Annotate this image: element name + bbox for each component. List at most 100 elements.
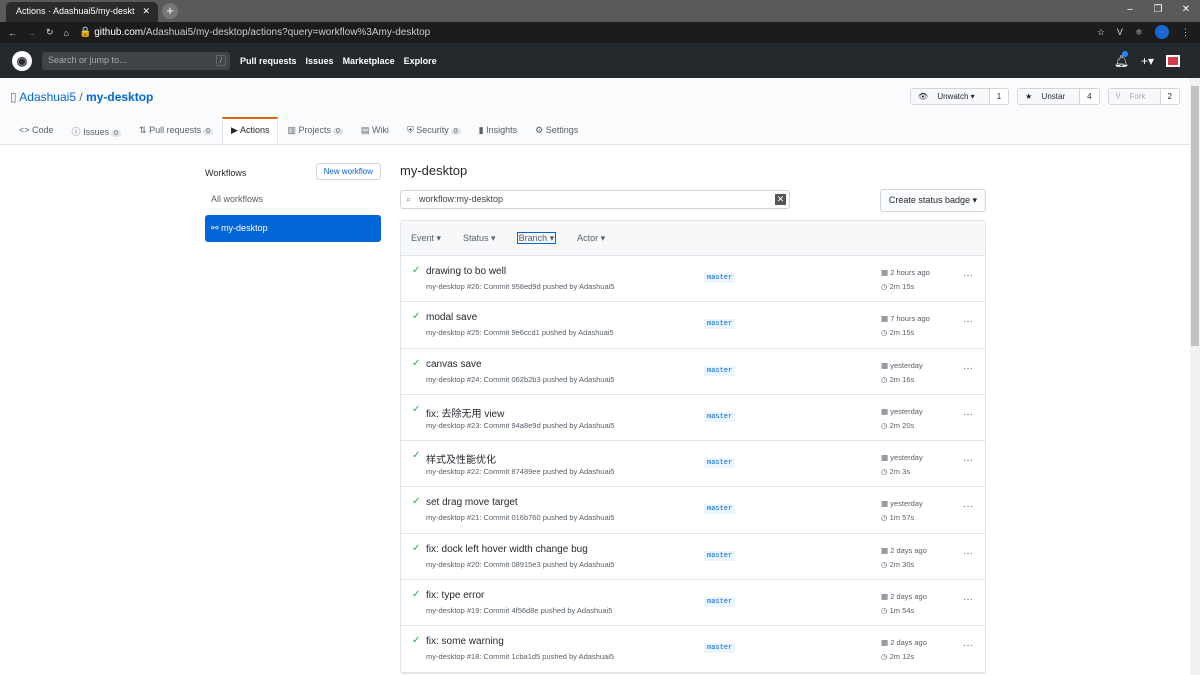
actor-filter[interactable]: Actor ▾ [577, 233, 605, 243]
tab-wiki[interactable]: ▤ Wiki [352, 117, 398, 145]
nav-marketplace[interactable]: Marketplace [343, 56, 395, 66]
run-title[interactable]: modal save [426, 312, 477, 323]
event-filter[interactable]: Event ▾ [411, 233, 441, 243]
extension-react-icon[interactable]: ⚛ [1135, 27, 1143, 38]
user-avatar[interactable] [1166, 55, 1180, 67]
menu-icon[interactable]: ⋮ [1181, 27, 1190, 38]
tab-actions[interactable]: ▶ Actions [222, 117, 279, 145]
clock-icon: ◷ [881, 328, 888, 338]
run-title[interactable]: drawing to bo well [426, 266, 506, 277]
branch-label[interactable]: master [704, 411, 736, 422]
forward-icon[interactable]: → [27, 28, 36, 38]
search-input[interactable]: Search or jump to... / [42, 51, 230, 70]
new-workflow-button[interactable]: New workflow [315, 163, 381, 180]
close-tab-icon[interactable]: ✕ [142, 6, 150, 17]
clear-filter-icon[interactable]: ✕ [775, 194, 786, 205]
repo-icon: ▯ [10, 90, 17, 104]
branch-label[interactable]: master [704, 643, 736, 654]
run-title[interactable]: fix: dock left hover width change bug [426, 544, 588, 555]
branch-label[interactable]: master [704, 273, 736, 283]
repo-owner-link[interactable]: Adashuai5 [19, 90, 76, 104]
more-options-icon[interactable]: ··· [963, 594, 973, 605]
calendar-icon: ▦ [881, 592, 889, 602]
more-options-icon[interactable]: ··· [963, 455, 973, 466]
run-row[interactable]: ✓ canvas save my-desktop #24: Commit 062… [401, 349, 985, 395]
branch-label[interactable]: master [704, 504, 736, 515]
unstar-button[interactable]: ★ Unstar 4 [1017, 88, 1100, 105]
minimize-icon[interactable]: – [1116, 0, 1144, 20]
more-options-icon[interactable]: ··· [963, 640, 973, 651]
page-title: my-desktop [400, 163, 468, 178]
run-row[interactable]: ✓ set drag move target my-desktop #21: C… [401, 487, 985, 534]
run-date: ▦ yesterday [881, 499, 923, 509]
more-options-icon[interactable]: ··· [963, 409, 973, 420]
run-row[interactable]: ✓ fix: some warning my-desktop #18: Comm… [401, 626, 985, 673]
tab-projects[interactable]: ▥ Projects 0 [278, 117, 351, 145]
close-window-icon[interactable]: ✕ [1172, 0, 1200, 20]
branch-filter[interactable]: Branch ▾ [516, 232, 557, 244]
calendar-icon: ▦ [881, 453, 889, 463]
run-row[interactable]: ✓ fix: 去除无用 view my-desktop #23: Commit … [401, 395, 985, 442]
branch-label[interactable]: master [704, 458, 736, 469]
extension-icon[interactable]: V [1117, 27, 1123, 37]
run-row[interactable]: ✓ fix: type error my-desktop #19: Commit… [401, 580, 985, 627]
back-icon[interactable]: ← [8, 28, 17, 38]
fork-button[interactable]: Ⴤ Fork 2 [1107, 88, 1180, 105]
unwatch-button[interactable]: 👁︎ Unwatch ▾ 1 [909, 88, 1010, 105]
run-title[interactable]: set drag move target [426, 497, 518, 508]
bell-icon[interactable]: 🔔︎ [1114, 51, 1129, 68]
home-icon[interactable]: ⌂ [64, 28, 69, 38]
url-field[interactable]: 🔒 github.com/Adashuai5/my-desktop/action… [79, 27, 430, 38]
plus-dropdown-icon[interactable]: +▾ [1141, 54, 1154, 68]
tab-insights[interactable]: ▮ Insights [470, 117, 527, 145]
calendar-icon: ▦ [881, 268, 889, 277]
more-options-icon[interactable]: ··· [963, 501, 973, 512]
tab-pull-requests[interactable]: ⇅ Pull requests 0 [130, 117, 222, 145]
sidebar-item-my-desktop[interactable]: ⚯ my-desktop [205, 215, 381, 242]
slash-hint: / [215, 54, 226, 66]
create-status-badge-button[interactable]: Create status badge ▾ [879, 189, 986, 212]
run-duration: ◷ 2m 15s [881, 328, 915, 338]
maximize-icon[interactable]: ❐ [1144, 0, 1172, 20]
branch-label[interactable]: master [704, 365, 736, 376]
browser-tab[interactable]: Actions · Adashuai5/my-deskt ✕ [6, 2, 158, 22]
tab-code[interactable]: <> Code [10, 117, 63, 145]
branch-label[interactable]: master [704, 550, 736, 561]
run-title[interactable]: fix: type error [426, 590, 484, 601]
scrollbar[interactable] [1190, 78, 1200, 675]
more-options-icon[interactable]: ··· [963, 363, 973, 374]
run-title[interactable]: 样式及性能优化 [426, 451, 496, 466]
tab-security[interactable]: ⛨ Security 0 [398, 117, 470, 145]
nav-explore[interactable]: Explore [404, 56, 437, 66]
run-title[interactable]: fix: 去除无用 view [426, 405, 504, 420]
profile-avatar[interactable] [1155, 25, 1169, 39]
github-logo-icon[interactable]: ◉ [12, 50, 32, 71]
repo-header: ▯ Adashuai5 / my-desktop 👁︎ Unwatch ▾ 1 ★… [0, 78, 1200, 145]
status-filter[interactable]: Status ▾ [463, 233, 496, 243]
sidebar-item-all-workflows[interactable]: All workflows [205, 186, 381, 212]
filter-input[interactable]: ⌕ workflow:my-desktop ✕ [400, 190, 790, 209]
run-row[interactable]: ✓ 样式及性能优化 my-desktop #22: Commit 87489ee… [401, 441, 985, 488]
new-tab-button[interactable]: + [162, 3, 178, 19]
nav-pull-requests[interactable]: Pull requests [240, 56, 297, 66]
reload-icon[interactable]: ↻ [46, 27, 54, 38]
success-check-icon: ✓ [412, 589, 421, 601]
run-row[interactable]: ✓ fix: dock left hover width change bug … [401, 534, 985, 581]
more-options-icon[interactable]: ··· [963, 316, 973, 327]
nav-issues[interactable]: Issues [306, 56, 334, 66]
branch-label[interactable]: master [704, 597, 736, 608]
run-row[interactable]: ✓ modal save my-desktop #25: Commit 9e6c… [401, 302, 985, 349]
more-options-icon[interactable]: ··· [963, 270, 973, 281]
run-title[interactable]: fix: some warning [426, 636, 504, 647]
bookmark-star-icon[interactable]: ☆ [1097, 27, 1105, 38]
tab-issues[interactable]: ⓘ Issues 0 [63, 117, 130, 145]
run-duration: ◷ 2m 20s [881, 420, 915, 430]
more-options-icon[interactable]: ··· [963, 548, 973, 559]
success-check-icon: ✓ [412, 311, 421, 323]
workflow-icon: ⚯ [211, 223, 219, 233]
tab-settings[interactable]: ⚙ Settings [526, 117, 587, 145]
run-row[interactable]: ✓ drawing to bo well my-desktop #26: Com… [401, 256, 985, 303]
run-title[interactable]: canvas save [426, 359, 482, 370]
repo-name-link[interactable]: my-desktop [86, 90, 153, 104]
branch-label[interactable]: master [704, 319, 736, 330]
